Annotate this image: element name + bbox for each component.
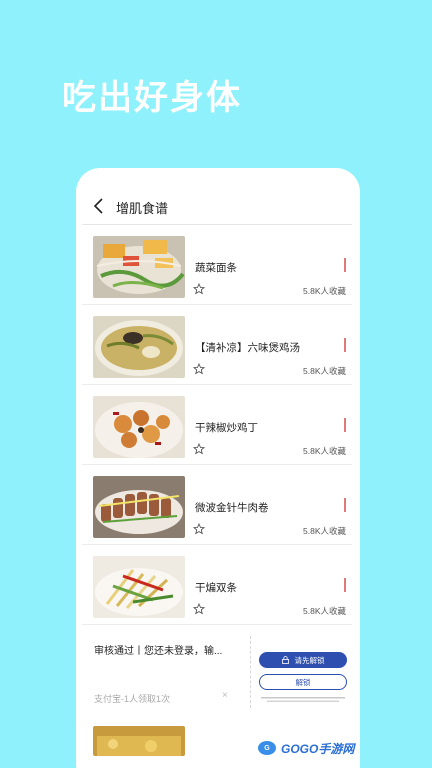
site-watermark: G GOGO手游网 — [256, 736, 368, 760]
recipe-item-chicken-soup[interactable]: 【清补凉】六味煲鸡汤 5.8K人收藏 — [82, 305, 352, 385]
unlock-button[interactable]: 解锁 — [259, 674, 347, 690]
recipe-image — [93, 236, 185, 298]
accent-bar — [344, 258, 346, 272]
unlock-label: 解锁 — [295, 677, 311, 687]
unlock-first-label: 请先解锁 — [294, 655, 325, 665]
recipe-title: 干煸双条 — [195, 582, 237, 594]
recipe-title: 蔬菜面条 — [195, 262, 237, 274]
star-icon[interactable] — [193, 283, 205, 295]
recipe-item-dry-fried-strips[interactable]: 干煸双条 5.8K人收藏 — [82, 545, 352, 625]
recipe-title: 微波金针牛肉卷 — [195, 502, 269, 514]
recipe-item-veggie-noodles[interactable]: 蔬菜面条 5.8K人收藏 — [82, 225, 352, 305]
ad-banner[interactable]: 审核通过丨您还未登录，输... 支付宝-1人领取1次 × 请先解锁 解锁 — [82, 626, 352, 716]
recipe-image-partial — [93, 726, 185, 756]
phone-screen: 增肌食谱 蔬菜面条 5.8K人收藏 【清补凉】六味煲鸡汤 5.8K人收藏 干辣椒… — [76, 168, 360, 768]
favorite-count: 5.8K人收藏 — [303, 286, 346, 296]
favorite-count: 5.8K人收藏 — [303, 526, 346, 536]
watermark-logo-icon: G — [256, 739, 278, 757]
back-arrow-icon[interactable] — [90, 196, 108, 216]
favorite-count: 5.8K人收藏 — [303, 366, 346, 376]
ad-close-button[interactable]: × — [222, 690, 228, 701]
recipe-item-chili-chicken[interactable]: 干辣椒炒鸡丁 5.8K人收藏 — [82, 385, 352, 465]
accent-bar — [344, 498, 346, 512]
star-icon[interactable] — [193, 363, 205, 375]
recipe-list: 蔬菜面条 5.8K人收藏 【清补凉】六味煲鸡汤 5.8K人收藏 干辣椒炒鸡丁 5… — [76, 225, 360, 625]
ad-unlock-panel: 请先解锁 解锁 — [250, 636, 350, 708]
accent-bar — [344, 338, 346, 352]
unlock-first-button[interactable]: 请先解锁 — [259, 652, 347, 668]
watermark-text: GOGO手游网 — [281, 741, 355, 756]
recipe-title: 干辣椒炒鸡丁 — [195, 422, 258, 434]
favorite-count: 5.8K人收藏 — [303, 446, 346, 456]
recipe-image — [93, 476, 185, 538]
top-bar: 增肌食谱 — [76, 190, 360, 224]
accent-bar — [344, 578, 346, 592]
star-icon[interactable] — [193, 603, 205, 615]
page-headline: 吃出好身体 — [62, 79, 242, 117]
favorite-count: 5.8K人收藏 — [303, 606, 346, 616]
star-icon[interactable] — [193, 443, 205, 455]
lock-icon — [281, 656, 289, 664]
recipe-image — [93, 316, 185, 378]
star-icon[interactable] — [193, 523, 205, 535]
ad-fine-print — [259, 696, 347, 704]
recipe-item-beef-rolls[interactable]: 微波金针牛肉卷 5.8K人收藏 — [82, 465, 352, 545]
recipe-image — [93, 396, 185, 458]
recipe-image — [93, 556, 185, 618]
recipe-title: 【清补凉】六味煲鸡汤 — [195, 342, 300, 354]
page-title: 增肌食谱 — [116, 201, 169, 216]
accent-bar — [344, 418, 346, 432]
ad-text: 审核通过丨您还未登录，输... — [94, 646, 223, 657]
ad-source: 支付宝-1人领取1次 — [94, 694, 171, 704]
